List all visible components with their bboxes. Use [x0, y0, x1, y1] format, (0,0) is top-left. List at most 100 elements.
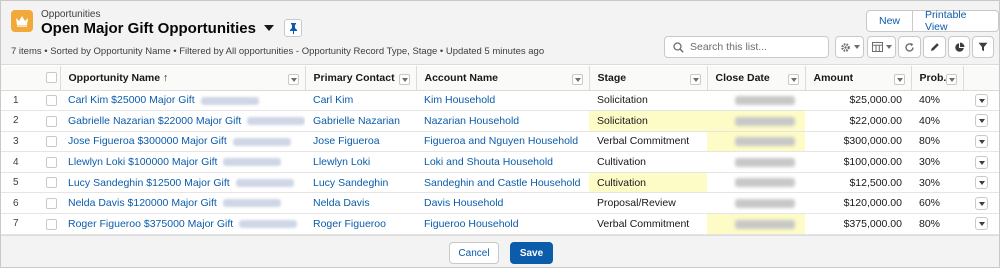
amount-cell[interactable]: $12,500.00	[805, 172, 911, 194]
row-number: 2	[1, 110, 36, 132]
close-date-cell[interactable]	[707, 151, 805, 173]
list-settings-button[interactable]	[835, 36, 864, 58]
column-header-stage[interactable]: Stage	[589, 66, 708, 91]
row-checkbox[interactable]	[46, 197, 57, 209]
row-select-cell	[36, 192, 60, 215]
row-checkbox[interactable]	[46, 115, 57, 127]
amount-cell[interactable]: $25,000.00	[805, 90, 911, 112]
amount-cell[interactable]: $22,000.00	[805, 110, 911, 132]
primary-contact-cell: Gabrielle Nazarian	[305, 110, 416, 132]
probability-cell[interactable]: 80%	[911, 131, 963, 153]
opportunity-link[interactable]: Llewlyn Loki $100000 Major Gift	[68, 156, 217, 168]
cancel-button[interactable]: Cancel	[449, 242, 499, 264]
row-checkbox[interactable]	[46, 136, 57, 148]
opportunity-link[interactable]: Carl Kim $25000 Major Gift	[68, 94, 195, 106]
probability-cell[interactable]: 30%	[911, 151, 963, 173]
row-actions-chevron-down-icon[interactable]	[975, 196, 988, 210]
amount-cell[interactable]: $375,000.00	[805, 213, 911, 235]
column-header-probability[interactable]: Prob...	[911, 66, 964, 91]
row-actions-chevron-down-icon[interactable]	[975, 93, 988, 107]
search-icon	[673, 41, 684, 53]
inline-edit-button[interactable]	[923, 36, 946, 58]
row-actions-chevron-down-icon[interactable]	[975, 114, 988, 128]
contact-link[interactable]: Jose Figueroa	[313, 135, 380, 147]
list-title[interactable]: Open Major Gift Opportunities	[41, 20, 256, 37]
column-menu-chevron-down-icon[interactable]	[689, 74, 701, 85]
opportunity-link[interactable]: Jose Figueroa $300000 Major Gift	[68, 135, 227, 147]
table-row: 5 Lucy Sandeghin $12500 Major Gift Lucy Sa…	[1, 172, 999, 194]
pin-icon[interactable]	[284, 19, 302, 37]
close-date-cell[interactable]	[707, 131, 805, 153]
account-link[interactable]: Kim Household	[424, 94, 495, 106]
probability-cell[interactable]: 40%	[911, 90, 963, 112]
close-date-cell[interactable]	[707, 213, 805, 235]
column-header-account-name[interactable]: Account Name	[416, 66, 590, 91]
opportunity-link[interactable]: Gabrielle Nazarian $22000 Major Gift	[68, 115, 241, 127]
column-header-primary-contact[interactable]: Primary Contact	[305, 66, 417, 91]
contact-link[interactable]: Gabrielle Nazarian	[313, 115, 400, 127]
column-menu-chevron-down-icon[interactable]	[787, 74, 799, 85]
contact-link[interactable]: Llewlyn Loki	[313, 156, 370, 168]
column-header-close-date[interactable]: Close Date	[707, 66, 806, 91]
contact-link[interactable]: Lucy Sandeghin	[313, 177, 388, 189]
column-menu-chevron-down-icon[interactable]	[287, 74, 299, 85]
display-as-button[interactable]	[867, 36, 896, 58]
opportunity-link[interactable]: Lucy Sandeghin $12500 Major Gift	[68, 177, 230, 189]
row-actions-chevron-down-icon[interactable]	[975, 134, 988, 148]
column-header-opportunity-name[interactable]: Opportunity Name ↑	[60, 66, 306, 91]
list-switcher-chevron-down-icon[interactable]	[264, 25, 274, 31]
stage-cell[interactable]: Verbal Commitment	[589, 213, 707, 235]
probability-cell[interactable]: 30%	[911, 172, 963, 194]
column-menu-chevron-down-icon[interactable]	[571, 74, 583, 85]
close-date-cell[interactable]	[707, 110, 805, 132]
select-all-checkbox[interactable]	[46, 72, 57, 84]
save-button[interactable]: Save	[510, 242, 553, 264]
probability-cell[interactable]: 80%	[911, 213, 963, 235]
row-checkbox[interactable]	[46, 95, 57, 107]
redacted-text	[222, 199, 281, 208]
probability-cell[interactable]: 60%	[911, 192, 963, 215]
row-checkbox[interactable]	[46, 177, 57, 189]
close-date-cell[interactable]	[707, 90, 805, 112]
stage-cell[interactable]: Verbal Commitment	[589, 131, 707, 153]
row-checkbox[interactable]	[46, 156, 57, 168]
search-box[interactable]	[664, 36, 829, 58]
account-link[interactable]: Figueroa and Nguyen Household	[424, 135, 578, 147]
stage-cell[interactable]: Solicitation	[589, 90, 707, 112]
column-menu-chevron-down-icon[interactable]	[945, 74, 957, 85]
close-date-cell[interactable]	[707, 172, 805, 194]
contact-link[interactable]: Roger Figueroo	[313, 218, 386, 230]
gear-icon	[840, 42, 850, 52]
column-menu-chevron-down-icon[interactable]	[893, 74, 905, 85]
contact-link[interactable]: Nelda Davis	[313, 197, 370, 209]
close-date-cell[interactable]	[707, 192, 805, 215]
row-checkbox[interactable]	[46, 218, 57, 230]
opportunity-link[interactable]: Roger Figueroo $375000 Major Gift	[68, 218, 233, 230]
new-button[interactable]: New	[866, 10, 914, 32]
column-header-amount[interactable]: Amount	[805, 66, 912, 91]
row-actions-chevron-down-icon[interactable]	[975, 217, 988, 231]
search-input[interactable]	[690, 41, 820, 53]
charts-button[interactable]	[948, 36, 970, 58]
stage-cell[interactable]: Cultivation	[589, 151, 707, 173]
amount-cell[interactable]: $120,000.00	[805, 192, 911, 215]
printable-view-button[interactable]: Printable View	[913, 9, 999, 33]
account-link[interactable]: Sandeghin and Castle Household	[424, 177, 580, 189]
stage-cell[interactable]: Solicitation	[589, 110, 707, 132]
amount-cell[interactable]: $100,000.00	[805, 151, 911, 173]
probability-cell[interactable]: 40%	[911, 110, 963, 132]
stage-cell[interactable]: Proposal/Review	[589, 192, 707, 215]
account-link[interactable]: Figueroo Household	[424, 218, 519, 230]
refresh-button[interactable]	[898, 36, 921, 58]
stage-cell[interactable]: Cultivation	[589, 172, 707, 194]
row-actions-chevron-down-icon[interactable]	[975, 155, 988, 169]
amount-cell[interactable]: $300,000.00	[805, 131, 911, 153]
account-link[interactable]: Nazarian Household	[424, 115, 519, 127]
account-link[interactable]: Loki and Shouta Household	[424, 156, 553, 168]
account-link[interactable]: Davis Household	[424, 197, 503, 209]
row-actions-chevron-down-icon[interactable]	[975, 176, 988, 190]
contact-link[interactable]: Carl Kim	[313, 94, 353, 106]
column-menu-chevron-down-icon[interactable]	[398, 74, 410, 85]
filters-button[interactable]	[972, 36, 994, 58]
opportunity-link[interactable]: Nelda Davis $120000 Major Gift	[68, 197, 217, 209]
